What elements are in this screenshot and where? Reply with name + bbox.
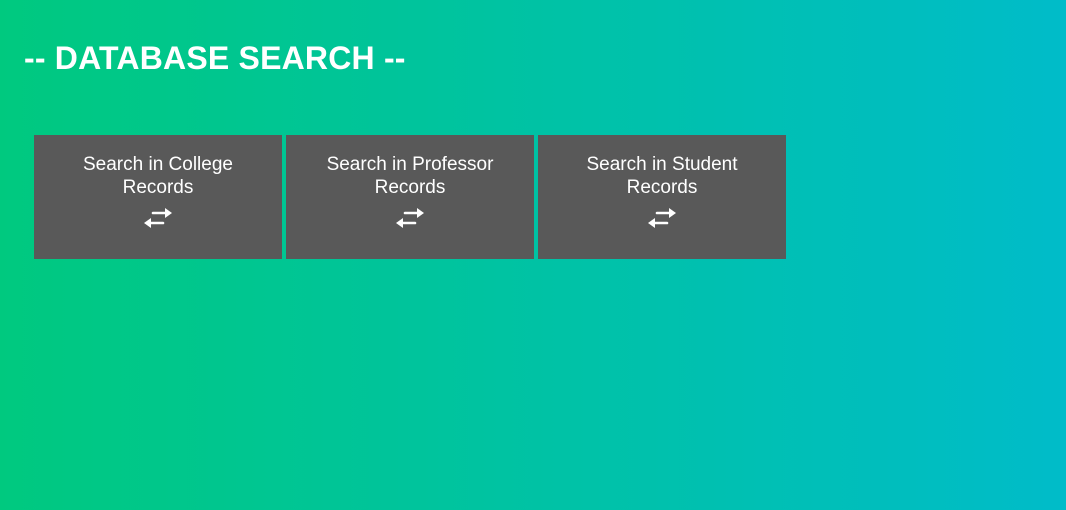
search-student-records-button[interactable]: Search in Student Records xyxy=(538,135,786,259)
card-label: Search in Professor Records xyxy=(326,154,494,198)
card-label: Search in College Records xyxy=(83,154,233,198)
search-professor-records-button[interactable]: Search in Professor Records xyxy=(286,135,534,259)
swap-arrows-icon xyxy=(648,208,676,228)
swap-arrows-icon xyxy=(396,208,424,228)
card-label: Search in Student Records xyxy=(586,154,738,198)
page-title: -- DATABASE SEARCH -- xyxy=(24,40,406,76)
swap-arrows-icon xyxy=(144,208,172,228)
search-college-records-button[interactable]: Search in College Records xyxy=(34,135,282,259)
search-cards: Search in College Records Search in Prof… xyxy=(34,135,786,259)
